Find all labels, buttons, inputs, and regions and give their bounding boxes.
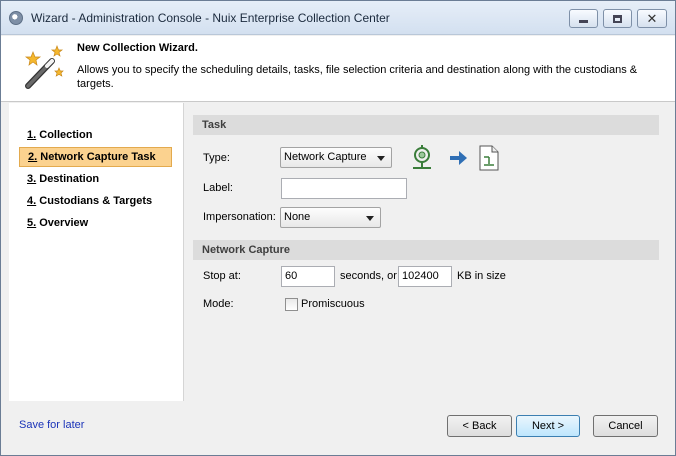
size-suffix: KB in size [457, 270, 506, 282]
network-capture-section-header: Network Capture [193, 240, 659, 260]
wizard-content: Task Type: Network Capture Label: Impers… [185, 103, 675, 401]
label-label: Label: [203, 182, 233, 194]
wizard-steps-nav: 1. Collection 2. Network Capture Task 3.… [9, 103, 184, 401]
type-select[interactable]: Network Capture [280, 147, 392, 168]
chevron-down-icon [377, 156, 385, 161]
stop-size-input[interactable]: 102400 [398, 266, 452, 287]
step-number: 1. [27, 129, 37, 141]
impersonation-select-value: None [284, 211, 311, 223]
wizard-description: Allows you to specify the scheduling det… [77, 64, 638, 90]
step-label: Custodians & Targets [39, 195, 153, 207]
wizard-title: New Collection Wizard. [77, 42, 198, 54]
cancel-button[interactable]: Cancel [593, 415, 658, 437]
close-button[interactable]: ✕ [637, 9, 667, 28]
mode-label: Mode: [203, 298, 234, 310]
promiscuous-label[interactable]: Promiscuous [301, 298, 365, 310]
step-label: Destination [39, 173, 100, 185]
wizard-footer: Save for later < Back Next > Cancel [1, 401, 675, 455]
type-label: Type: [203, 152, 230, 164]
magic-wand-icon [24, 45, 64, 89]
stop-at-label: Stop at: [203, 270, 241, 282]
stop-seconds-input[interactable]: 60 [281, 266, 335, 287]
window-title: Wizard - Administration Console - Nuix E… [31, 11, 390, 25]
back-button[interactable]: < Back [447, 415, 512, 437]
chevron-down-icon [366, 216, 374, 221]
arrow-right-icon [450, 151, 467, 165]
step-number: 4. [27, 195, 37, 207]
seconds-suffix: seconds, or [340, 270, 397, 282]
impersonation-label: Impersonation: [203, 211, 276, 223]
nav-step-network-capture-task[interactable]: 2. Network Capture Task [19, 147, 172, 167]
title-bar: Wizard - Administration Console - Nuix E… [1, 1, 675, 35]
type-select-value: Network Capture [284, 151, 367, 163]
step-number: 3. [27, 173, 37, 185]
step-number: 5. [27, 217, 37, 229]
impersonation-select[interactable]: None [280, 207, 381, 228]
step-number: 2. [28, 151, 38, 163]
nav-step-custodians-targets[interactable]: 4. Custodians & Targets [19, 191, 172, 211]
app-icon [9, 11, 23, 25]
minimize-icon [579, 20, 588, 23]
step-label: Collection [39, 129, 93, 141]
maximize-icon [613, 14, 622, 23]
nav-step-destination[interactable]: 3. Destination [19, 169, 172, 189]
nav-step-overview[interactable]: 5. Overview [19, 213, 172, 233]
document-icon [479, 145, 499, 171]
close-icon: ✕ [646, 11, 658, 26]
maximize-button[interactable] [603, 9, 632, 28]
task-section-header: Task [193, 115, 659, 135]
wizard-header: New Collection Wizard. Allows you to spe… [1, 36, 675, 102]
promiscuous-checkbox[interactable] [285, 298, 298, 311]
minimize-button[interactable] [569, 9, 598, 28]
network-capture-icon [413, 145, 431, 169]
wizard-window: Wizard - Administration Console - Nuix E… [0, 0, 676, 456]
step-label: Overview [39, 217, 89, 229]
save-for-later-link[interactable]: Save for later [19, 419, 84, 431]
nav-step-collection[interactable]: 1. Collection [19, 125, 172, 145]
label-input[interactable] [281, 178, 407, 199]
step-label: Network Capture Task [40, 151, 156, 163]
next-button[interactable]: Next > [516, 415, 580, 437]
